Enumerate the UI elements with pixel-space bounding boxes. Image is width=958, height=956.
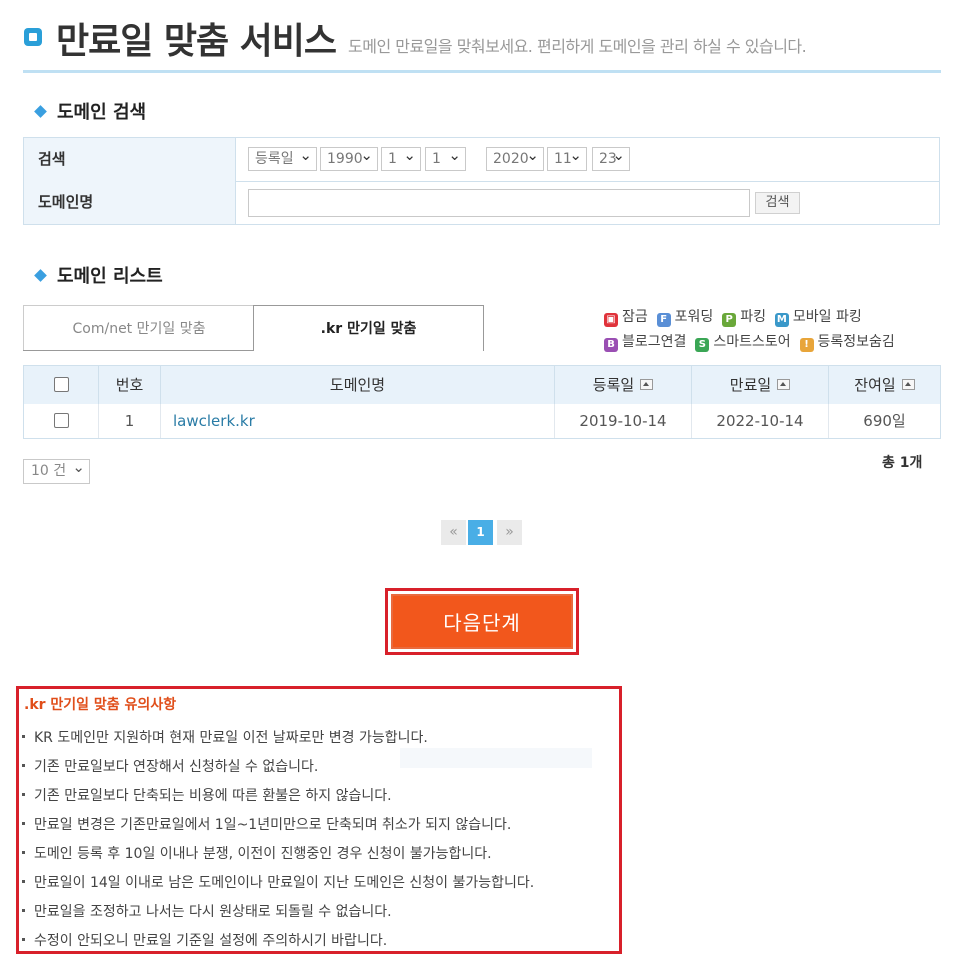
row-registered: 2019-10-14 [555, 404, 692, 438]
col-remaining[interactable]: 잔여일 [829, 366, 940, 404]
smartstore-icon: S [695, 338, 710, 352]
legend-smartstore-label: 스마트스토어 [713, 334, 791, 350]
notice-item: 수정이 안되오니 만료일 기준일 설정에 주의하시기 바랍니다. [22, 930, 387, 950]
search-section-title-text: 도메인 검색 [57, 102, 147, 123]
col-expires-label: 만료일 [729, 376, 772, 394]
forwarding-icon: F [656, 313, 671, 327]
search-domain-row: 도메인명 검색 [24, 181, 939, 224]
table-row: 1 lawclerk.kr 2019-10-14 2022-10-14 690일 [24, 404, 940, 438]
notice-item: KR 도메인만 지원하며 현재 만료일 이전 날짜로만 변경 가능합니다. [22, 727, 428, 747]
total-count: 총 1개 [882, 455, 923, 471]
row-domain-cell: lawclerk.kr [161, 404, 555, 438]
notice-title: .kr 만기일 맞춤 유의사항 [24, 697, 177, 713]
tab-underline [23, 350, 254, 351]
next-step-button[interactable]: 다음단계 [391, 594, 573, 649]
to-year-select[interactable]: 2020 [486, 144, 544, 171]
col-expires[interactable]: 만료일 [692, 366, 829, 404]
legend-mobile-parking: M 모바일 파킹 [774, 309, 862, 327]
domain-name-label: 도메인명 [24, 181, 236, 224]
tab-comnet-expiry[interactable]: Com/net 만기일 맞춤 [23, 305, 254, 351]
legend-privacy-label: 등록정보숨김 [817, 334, 895, 350]
page-title: 만료일 맞춤 서비스 [56, 21, 337, 62]
lock-icon: ▣ [604, 313, 618, 327]
col-number: 번호 [99, 366, 161, 404]
select-all-checkbox[interactable] [53, 377, 69, 392]
mobile-parking-icon: M [774, 313, 789, 327]
notice-item: 도메인 등록 후 10일 이내나 분쟁, 이전이 진행중인 경우 신청이 불가능… [22, 843, 492, 863]
row-checkbox[interactable] [53, 413, 69, 428]
prev-page-button[interactable]: « [441, 520, 466, 545]
legend-blog: B 블로그연결 [604, 334, 687, 352]
legend-lock-label: 잠금 [622, 309, 648, 325]
tab-kr-expiry[interactable]: .kr 만기일 맞춤 [253, 305, 484, 351]
domain-search-input[interactable] [248, 189, 750, 217]
legend-smartstore: S 스마트스토어 [695, 334, 791, 352]
search-section-title: 도메인 검색 [34, 98, 147, 124]
col-registered[interactable]: 등록일 [555, 366, 692, 404]
parking-icon: P [722, 313, 737, 327]
header-divider [23, 70, 941, 73]
next-page-button[interactable]: » [497, 520, 522, 545]
col-remaining-label: 잔여일 [854, 376, 896, 394]
current-page-button[interactable]: 1 [468, 520, 493, 545]
row-expires: 2022-10-14 [692, 404, 829, 438]
sort-up-icon[interactable] [901, 379, 915, 390]
from-day-select[interactable]: 1 [425, 144, 466, 171]
legend-blog-label: 블로그연결 [622, 334, 687, 350]
to-month-select[interactable]: 11 [547, 144, 587, 171]
notice-item: 기존 만료일보다 연장해서 신청하실 수 없습니다. [22, 756, 318, 776]
date-type-select[interactable]: 등록일 [248, 144, 317, 171]
domain-link[interactable]: lawclerk.kr [173, 412, 255, 430]
table-header: 번호 도메인명 등록일 만료일 잔여일 [24, 366, 940, 405]
row-select-cell [24, 404, 99, 438]
list-section-title: 도메인 리스트 [34, 262, 163, 288]
col-domain: 도메인명 [161, 366, 555, 404]
page-subtitle: 도메인 만료일을 맞춰보세요. 편리하게 도메인을 관리 하실 수 있습니다. [348, 37, 807, 56]
sort-up-icon[interactable] [777, 379, 791, 390]
diamond-bullet-icon [34, 269, 47, 282]
legend-mobile-parking-label: 모바일 파킹 [792, 309, 862, 325]
notice-item: 만료일을 조정하고 나서는 다시 원상태로 되돌릴 수 없습니다. [22, 901, 392, 921]
from-month-select[interactable]: 1 [381, 144, 421, 171]
notice-item: 만료일이 14일 이내로 남은 도메인이나 만료일이 지난 도메인은 신청이 불… [22, 872, 534, 892]
notice-overlay-artifact [400, 748, 592, 768]
sort-up-icon[interactable] [640, 379, 654, 390]
select-all-cell [24, 366, 99, 404]
list-section-title-text: 도메인 리스트 [57, 266, 163, 287]
legend-row-1: ▣ 잠금 F 포워딩 P 파킹 M 모바일 파킹 [604, 306, 862, 327]
to-day-select[interactable]: 23 [592, 144, 630, 171]
row-number: 1 [99, 404, 161, 438]
per-page-select[interactable]: 10 건 [23, 456, 90, 484]
row-remaining: 690일 [863, 412, 906, 430]
col-registered-label: 등록일 [592, 376, 635, 394]
legend-privacy: ! 등록정보숨김 [799, 334, 895, 352]
search-button[interactable]: 검색 [755, 192, 800, 214]
domain-table: 번호 도메인명 등록일 만료일 잔여일 1 lawclerk.kr 2019-1… [23, 365, 941, 439]
legend-lock: ▣ 잠금 [604, 309, 648, 327]
legend-parking: P 파킹 [722, 309, 766, 327]
service-icon [24, 28, 42, 46]
legend-row-2: B 블로그연결 S 스마트스토어 ! 등록정보숨김 [604, 331, 895, 352]
blog-icon: B [604, 338, 618, 352]
from-year-select[interactable]: 1990 [320, 144, 378, 171]
diamond-bullet-icon [34, 105, 47, 118]
legend-parking-label: 파킹 [740, 309, 766, 325]
legend-forwarding: F 포워딩 [656, 309, 714, 327]
search-date-row: 검색 등록일 1990 1 1 ~ 2020 11 23 [24, 138, 939, 182]
privacy-icon: ! [799, 338, 814, 352]
search-form: 검색 등록일 1990 1 1 ~ 2020 11 23 도메인명 검색 [23, 137, 940, 225]
search-label: 검색 [24, 138, 236, 181]
notice-item: 만료일 변경은 기존만료일에서 1일~1년미만으로 단축되며 취소가 되지 않습… [22, 814, 511, 834]
legend-forwarding-label: 포워딩 [674, 309, 714, 325]
notice-item: 기존 만료일보다 단축되는 비용에 따른 환불은 하지 않습니다. [22, 785, 392, 805]
